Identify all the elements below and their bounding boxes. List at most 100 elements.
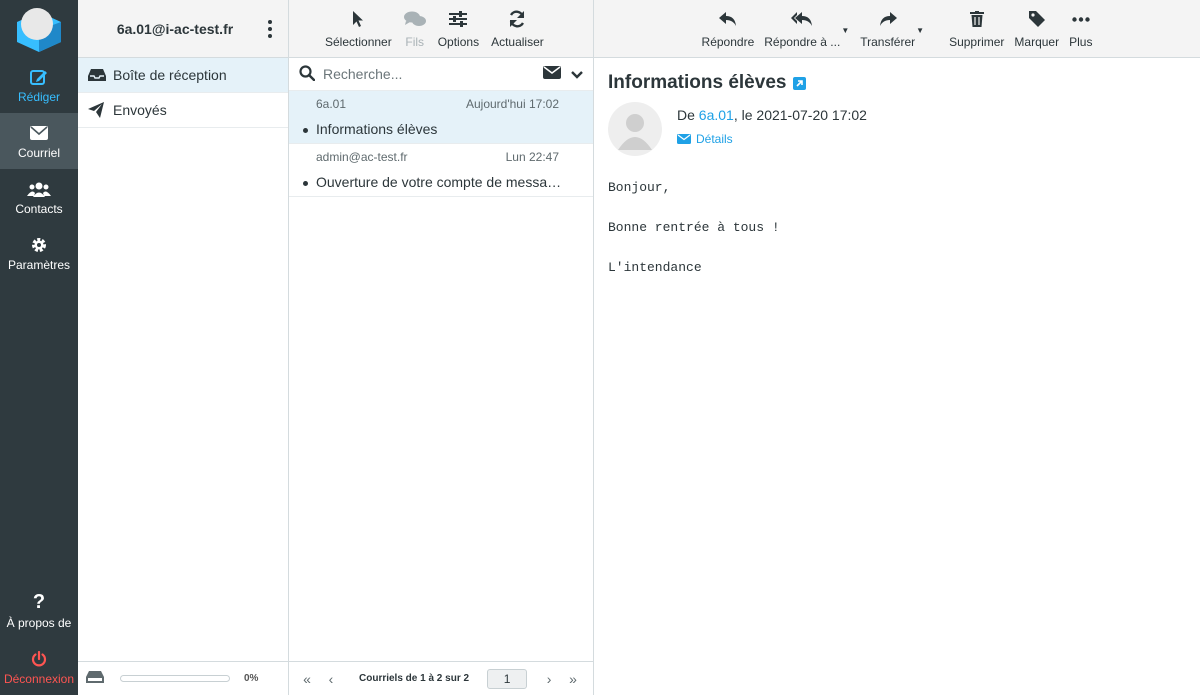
sliders-icon <box>449 8 468 30</box>
account-menu-icon[interactable] <box>258 19 282 38</box>
contacts-nav-button[interactable]: Contacts <box>0 169 78 225</box>
message-row[interactable]: admin@ac-test.fr Lun 22:47 Ouverture de … <box>289 144 593 197</box>
folder-sent[interactable]: Envoyés <box>78 93 288 128</box>
details-link[interactable]: Détails <box>677 132 867 146</box>
search-bar <box>289 58 593 91</box>
quota-footer: 0% <box>78 661 288 695</box>
reply-all-icon <box>791 8 813 30</box>
forward-dropdown-icon[interactable]: ▼ <box>916 26 924 35</box>
refresh-icon <box>508 8 526 30</box>
pencil-square-icon <box>30 67 48 87</box>
folders-header: 6a.01@i-ac-test.fr <box>78 0 288 58</box>
message-count: Courriels de 1 à 2 sur 2 <box>359 673 470 684</box>
delete-label: Supprimer <box>949 35 1005 49</box>
ellipsis-icon <box>1072 8 1090 30</box>
contacts-label: Contacts <box>15 201 63 216</box>
refresh-label: Actualiser <box>491 35 544 49</box>
message-view-panel: Répondre Répondre à ... ▼ Transférer ▼ S… <box>594 0 1200 695</box>
message-date: Lun 22:47 <box>505 150 559 164</box>
message-date: Aujourd'hui 17:02 <box>465 97 559 111</box>
forward-icon <box>879 8 897 30</box>
chevron-down-icon[interactable] <box>571 67 583 82</box>
body-line: L'intendance <box>608 260 702 275</box>
power-icon <box>31 649 47 669</box>
envelope-icon[interactable] <box>543 66 561 82</box>
mark-button[interactable]: Marquer <box>1009 8 1064 49</box>
message-toolbar: Répondre Répondre à ... ▼ Transférer ▼ S… <box>594 0 1200 58</box>
previous-page-icon[interactable]: ‹ <box>319 671 343 687</box>
list-toolbar: Sélectionner Fils Options Actualiser <box>289 0 593 58</box>
message-row[interactable]: 6a.01 Aujourd'hui 17:02 Informations élè… <box>289 91 593 144</box>
app-logo[interactable] <box>0 0 78 57</box>
mail-nav-button[interactable]: Courriel <box>0 113 78 169</box>
folder-sent-label: Envoyés <box>113 102 167 118</box>
about-label: À propos de <box>6 615 72 630</box>
about-button[interactable]: ? À propos de <box>0 583 78 639</box>
last-page-icon[interactable]: » <box>561 671 585 687</box>
from-prefix: De <box>677 107 699 123</box>
folder-inbox-label: Boîte de réception <box>113 67 227 83</box>
forward-label: Transférer <box>860 35 916 49</box>
options-label: Options <box>437 35 480 49</box>
search-input[interactable] <box>323 66 543 82</box>
mail-label: Courriel <box>17 145 60 160</box>
message-title-text: Informations élèves <box>608 72 787 93</box>
mark-label: Marquer <box>1014 35 1060 49</box>
users-icon <box>27 179 51 199</box>
more-button[interactable]: Plus <box>1064 8 1097 49</box>
threads-button[interactable]: Fils <box>398 8 432 49</box>
next-page-icon[interactable]: › <box>537 671 561 687</box>
compose-label: Rédiger <box>17 89 61 104</box>
inbox-icon <box>88 68 106 82</box>
external-link-icon[interactable] <box>793 76 807 90</box>
message-subject: Ouverture de votre compte de messagerie <box>303 174 563 190</box>
account-name: 6a.01@i-ac-test.fr <box>116 20 234 37</box>
quota-bar <box>120 675 230 682</box>
question-mark-icon: ? <box>32 591 46 613</box>
body-line: Bonjour, <box>608 180 671 195</box>
delete-button[interactable]: Supprimer <box>944 8 1009 49</box>
gear-icon <box>31 235 47 255</box>
reply-label: Répondre <box>701 35 755 49</box>
body-line: Bonne rentrée à tous ! <box>608 220 780 235</box>
page-number-input[interactable]: 1 <box>487 668 528 689</box>
refresh-button[interactable]: Actualiser <box>485 8 550 49</box>
first-page-icon[interactable]: « <box>295 671 319 687</box>
folders-panel: 6a.01@i-ac-test.fr Boîte de réception En… <box>78 0 289 695</box>
avatar <box>608 102 662 156</box>
folder-inbox[interactable]: Boîte de réception <box>78 58 288 93</box>
logout-button[interactable]: Déconnexion <box>0 639 78 695</box>
reply-all-label: Répondre à ... <box>764 35 841 49</box>
envelope-icon <box>30 123 48 143</box>
message-subject: Informations élèves <box>303 121 563 137</box>
settings-label: Paramètres <box>7 257 71 272</box>
message-list-panel: Sélectionner Fils Options Actualiser Rec… <box>289 0 594 695</box>
forward-button[interactable]: Transférer <box>855 8 920 49</box>
tag-icon <box>1028 8 1045 30</box>
sender-row: De 6a.01, le 2021-07-20 17:02 Détails <box>608 102 1186 156</box>
paper-plane-icon <box>88 102 106 118</box>
pointer-icon <box>352 8 364 30</box>
sender-link[interactable]: 6a.01 <box>699 107 734 123</box>
reply-icon <box>718 8 737 30</box>
select-button[interactable]: Sélectionner <box>319 8 398 49</box>
comments-icon <box>403 8 426 30</box>
message-body: Bonjour, Bonne rentrée à tous ! L'intend… <box>594 178 1200 278</box>
settings-nav-button[interactable]: Paramètres <box>0 225 78 281</box>
storage-icon <box>86 671 104 686</box>
more-label: Plus <box>1069 35 1093 49</box>
trash-icon <box>969 8 984 30</box>
details-label: Détails <box>696 132 733 146</box>
reply-all-dropdown-icon[interactable]: ▼ <box>841 26 849 35</box>
threads-label: Fils <box>405 35 425 49</box>
reply-button[interactable]: Répondre <box>697 8 760 49</box>
options-button[interactable]: Options <box>432 8 485 49</box>
sender-line: De 6a.01, le 2021-07-20 17:02 <box>677 107 867 123</box>
message-header: Informations élèves De 6a.01, le 2021-07… <box>594 58 1200 156</box>
reply-all-button[interactable]: Répondre à ... <box>759 8 845 49</box>
select-label: Sélectionner <box>325 35 392 49</box>
compose-button[interactable]: Rédiger <box>0 57 78 113</box>
envelope-icon <box>677 134 691 144</box>
main-navigation: Rédiger Courriel Contacts Paramètres ? À… <box>0 0 78 695</box>
search-icon <box>299 64 316 84</box>
